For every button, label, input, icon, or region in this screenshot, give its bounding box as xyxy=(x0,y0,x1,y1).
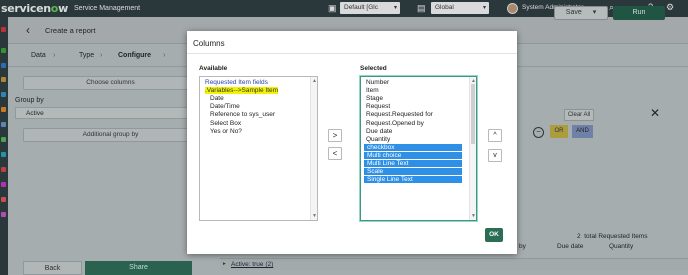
available-columns-list[interactable]: Requested Item fields .Variables-->Sampl… xyxy=(199,76,318,221)
list-item[interactable]: .Variables-->Sample Item xyxy=(205,87,279,94)
columns-dialog: Columns Available Selected Requested Ite… xyxy=(187,31,517,254)
list-item[interactable]: Request.Opened by xyxy=(366,120,424,127)
dialog-title: Columns xyxy=(193,39,225,48)
remove-column-button[interactable]: < xyxy=(328,147,342,160)
move-down-button[interactable]: v xyxy=(488,149,502,162)
list-item-selected[interactable]: Multi choice xyxy=(364,152,462,159)
list-item[interactable]: Stage xyxy=(366,95,383,102)
add-column-button[interactable]: > xyxy=(328,129,342,142)
scrollbar[interactable]: ▲ ▼ xyxy=(469,77,476,220)
move-up-button[interactable]: ^ xyxy=(488,129,502,142)
available-label: Available xyxy=(199,65,228,72)
list-item-selected[interactable]: Scale xyxy=(364,168,462,175)
list-item[interactable]: Date xyxy=(210,95,224,102)
list-item[interactable]: Reference to sys_user xyxy=(210,111,275,118)
list-item[interactable]: Number xyxy=(366,79,389,86)
list-item-selected[interactable]: checkbox xyxy=(364,144,462,151)
list-item[interactable]: Date/Time xyxy=(210,103,240,110)
list-item[interactable]: Request xyxy=(366,103,390,110)
selected-columns-list[interactable]: Number Item Stage Request Request.Reques… xyxy=(360,76,477,221)
list-item[interactable]: Requested Item fields xyxy=(205,79,268,86)
list-item[interactable]: Request.Requested for xyxy=(366,111,433,118)
list-item-selected[interactable]: Single Line Text xyxy=(364,176,462,183)
scroll-down-icon[interactable]: ▼ xyxy=(312,213,317,219)
list-item-selected[interactable]: Multi Line Text xyxy=(364,160,462,167)
scroll-up-icon[interactable]: ▲ xyxy=(312,78,317,84)
scrollbar[interactable]: ▲ ▼ xyxy=(310,77,317,220)
scroll-down-icon[interactable]: ▼ xyxy=(471,213,476,219)
scroll-thumb[interactable] xyxy=(471,84,475,144)
list-item[interactable]: Item xyxy=(366,87,379,94)
dialog-divider xyxy=(187,53,517,54)
list-item[interactable]: Select Box xyxy=(210,120,241,127)
ok-button[interactable]: OK xyxy=(485,228,503,242)
list-item[interactable]: Yes or No? xyxy=(210,128,242,135)
list-item[interactable]: Due date xyxy=(366,128,392,135)
list-item[interactable]: Quantity xyxy=(366,136,390,143)
selected-label: Selected xyxy=(360,65,387,72)
